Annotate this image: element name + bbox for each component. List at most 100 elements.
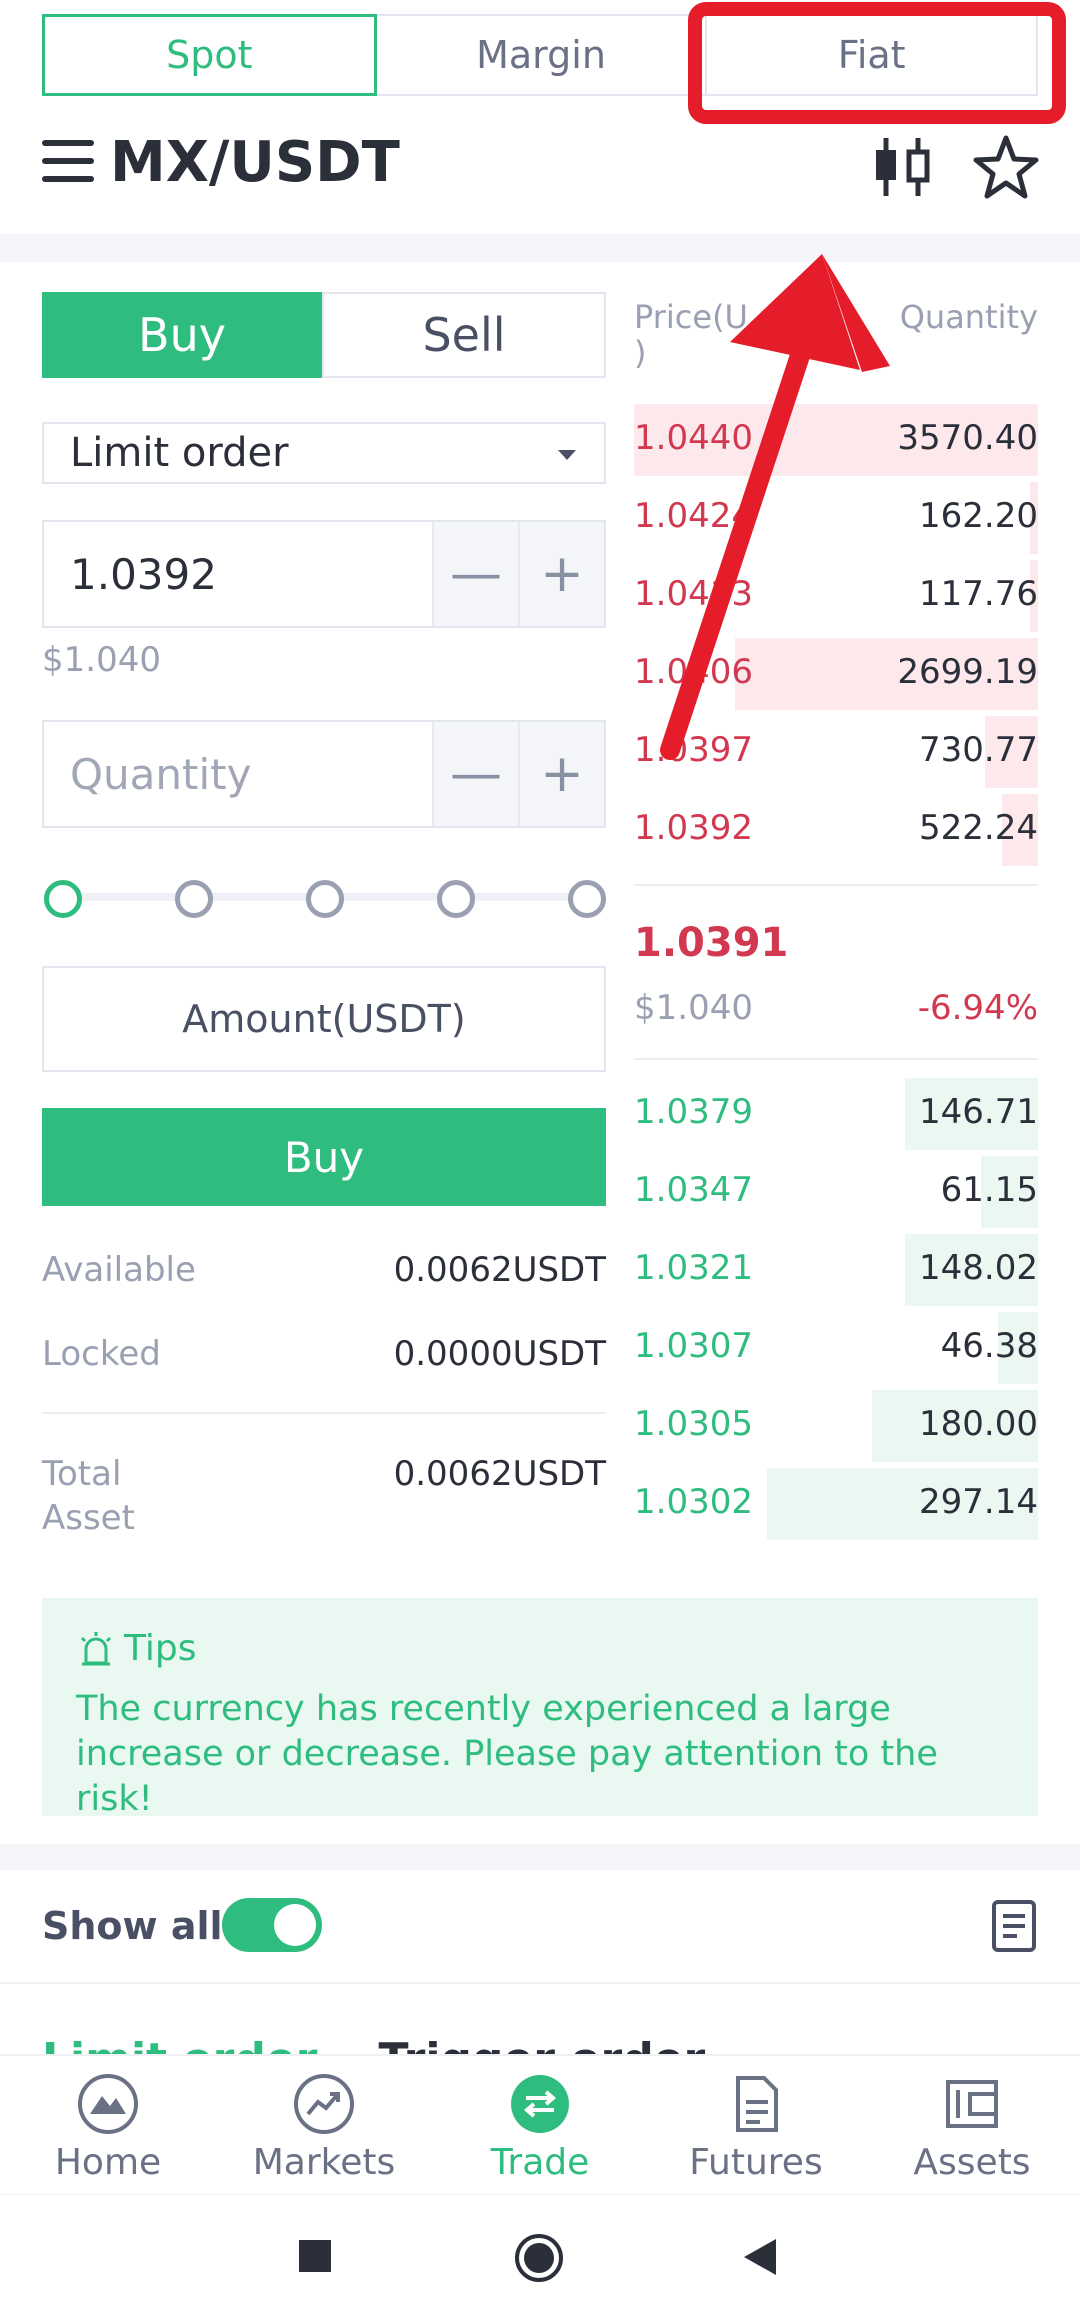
quantity-minus-button[interactable]: — [432,722,518,826]
home-mountain-icon [78,2074,138,2134]
tips-title: Tips [124,1628,197,1669]
orderbook-price: 1.0307 [634,1326,753,1366]
orderbook-quantity: 730.77 [919,730,1038,770]
markets-trend-icon [294,2074,354,2134]
nav-assets-label: Assets [913,2142,1031,2183]
nav-markets-label: Markets [252,2142,396,2183]
trade-swap-icon [511,2075,569,2133]
slider-knob-75[interactable] [437,880,475,918]
orderbook-quantity: 162.20 [919,496,1038,536]
orderbook-price: 1.0379 [634,1092,753,1132]
price-input[interactable]: 1.0392 [44,522,432,626]
tips-text: The currency has recently experienced a … [76,1689,938,1819]
buy-sell-toggle: Buy Sell [42,292,606,378]
orderbook-divider-bottom [634,1058,1038,1060]
orderbook-row[interactable]: 1.0307 46.38 [634,1312,1038,1384]
orderbook-quantity: 180.00 [919,1404,1038,1444]
section-divider [0,234,1080,262]
orderbook-row[interactable]: 1.0379 146.71 [634,1078,1038,1150]
orderbook-row[interactable]: 1.0305 180.00 [634,1390,1038,1462]
quantity-input[interactable]: Quantity [44,722,432,826]
arrow-annotation-icon [660,254,890,760]
buy-tab[interactable]: Buy [42,292,322,378]
price-usd-value: $1.040 [42,640,161,680]
back-triangle-icon[interactable] [742,2237,778,2277]
orderbook-divider-top [634,884,1038,886]
recents-square-icon[interactable] [298,2239,332,2273]
nav-home[interactable]: Home [0,2056,216,2196]
order-type-select[interactable]: Limit order [42,422,606,484]
system-navigation-bar [0,2194,1080,2324]
nav-trade[interactable]: Trade [432,2056,648,2196]
order-history-icon[interactable] [990,1898,1038,1954]
last-price-usd: $1.040 [634,988,753,1028]
price-plus-button[interactable]: + [518,522,604,626]
home-circle-icon[interactable] [514,2233,564,2283]
nav-assets[interactable]: Assets [864,2056,1080,2196]
favorite-star-icon[interactable] [972,134,1040,202]
orderbook-quantity: 2699.19 [897,652,1038,692]
orderbook-quantity: 297.14 [919,1482,1038,1522]
nav-markets[interactable]: Markets [216,2056,432,2196]
quantity-stepper: Quantity — + [42,720,606,828]
nav-futures[interactable]: Futures [648,2056,864,2196]
orderbook-quantity: 522.24 [919,808,1038,848]
slider-knob-100[interactable] [568,880,606,918]
caret-down-icon [558,450,576,460]
trading-pair-title[interactable]: MX/USDT [110,130,400,195]
total-asset-label-line2: Asset [42,1498,135,1538]
orderbook-row[interactable]: 1.0392 522.24 [634,794,1038,866]
orderbook-quantity-header: Quantity [899,298,1038,336]
available-label: Available [42,1250,196,1290]
price-stepper: 1.0392 — + [42,520,606,628]
slider-knob-0[interactable] [44,880,82,918]
orderbook-price: 1.0392 [634,808,753,848]
show-all-toggle[interactable] [222,1898,322,1952]
order-tabs: Limit order Trigger order [42,2030,842,2057]
locked-label: Locked [42,1334,161,1374]
tab-margin[interactable]: Margin [376,14,708,96]
total-asset-value: 0.0062USDT [393,1454,606,1494]
orderbook-row[interactable]: 1.0302 297.14 [634,1468,1038,1540]
risk-tips-panel: Tips The currency has recently experienc… [42,1598,1038,1819]
candlestick-chart-icon[interactable] [870,136,934,198]
alarm-icon [80,1631,112,1665]
orderbook-quantity: 3570.40 [897,418,1038,458]
price-minus-button[interactable]: — [432,522,518,626]
last-price: 1.0391 [634,920,789,966]
sell-tab[interactable]: Sell [322,292,606,378]
total-asset-label-line1: Total [42,1454,122,1494]
orderbook-quantity: 117.76 [919,574,1038,614]
section-divider-2 [0,1844,1080,1870]
orderbook-quantity: 61.15 [940,1170,1038,1210]
show-all-label: Show all [42,1904,223,1948]
menu-icon[interactable] [42,140,94,184]
nav-home-label: Home [54,2142,162,2183]
buy-button[interactable]: Buy [42,1108,606,1206]
nav-trade-label: Trade [490,2142,590,2183]
quantity-plus-button[interactable]: + [518,722,604,826]
amount-input[interactable]: Amount(USDT) [42,966,606,1072]
bottom-navigation: Home Markets Trade Futures Assets [0,2054,1080,2196]
slider-knob-25[interactable] [175,880,213,918]
form-divider [42,1412,606,1414]
highlight-box-annotation [688,2,1066,124]
slider-knob-50[interactable] [306,880,344,918]
orderbook-price: 1.0347 [634,1170,753,1210]
order-type-label: Limit order [70,430,289,476]
price-change: -6.94% [917,988,1038,1028]
assets-wallet-icon [946,2080,998,2128]
orderbook-price: 1.0305 [634,1404,753,1444]
available-value: 0.0062USDT [393,1250,606,1290]
orderbook-quantity: 46.38 [940,1326,1038,1366]
orderbook-row[interactable]: 1.0347 61.15 [634,1156,1038,1228]
locked-value: 0.0000USDT [393,1334,606,1374]
orderbook-price: 1.0321 [634,1248,753,1288]
nav-futures-label: Futures [689,2142,823,2183]
orders-divider [0,1982,1080,1984]
orderbook-quantity: 146.71 [919,1092,1038,1132]
orderbook-row[interactable]: 1.0321 148.02 [634,1234,1038,1306]
tab-spot[interactable]: Spot [42,14,377,96]
futures-document-icon [736,2076,778,2132]
orderbook-price: 1.0302 [634,1482,753,1522]
